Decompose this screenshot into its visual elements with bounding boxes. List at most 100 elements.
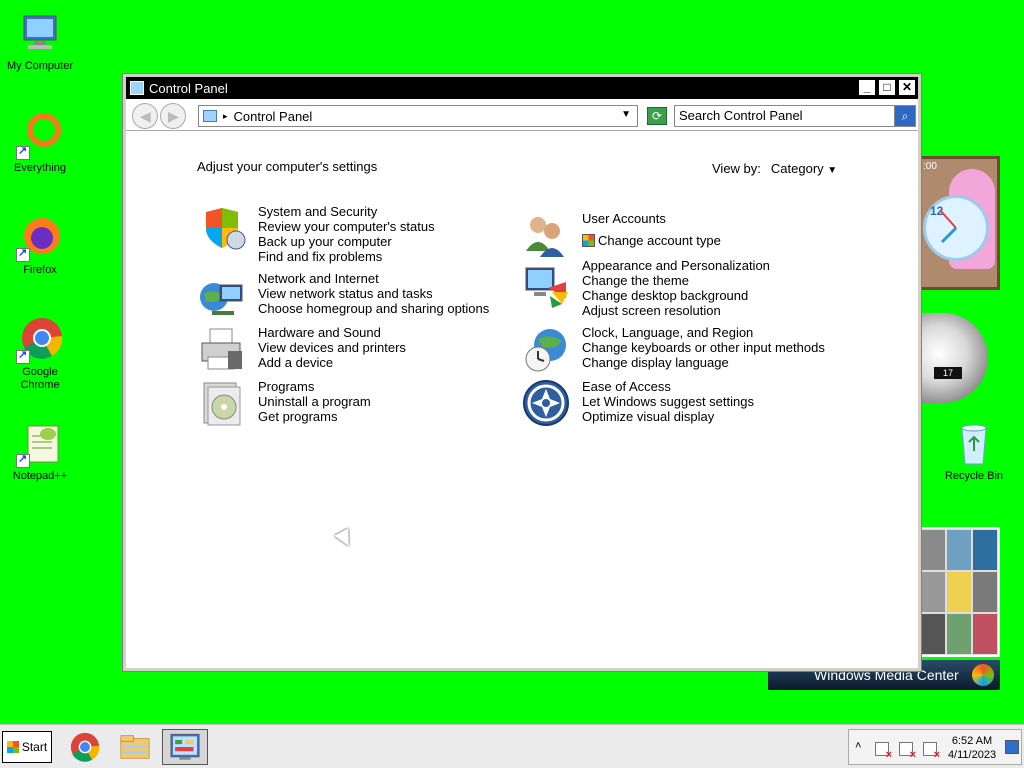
task-link[interactable]: Choose homegroup and sharing options bbox=[258, 301, 489, 316]
desktop-icon-my-computer[interactable]: My Computer bbox=[0, 10, 80, 73]
firefox-icon bbox=[16, 214, 64, 262]
task-link[interactable]: Find and fix problems bbox=[258, 249, 435, 264]
view-by-value[interactable]: Category bbox=[771, 161, 824, 176]
address-toolbar: ▸ Control Panel ▼ ⟳ Search Control Panel… bbox=[126, 99, 918, 131]
maximize-button[interactable]: □ bbox=[878, 79, 896, 96]
task-link[interactable]: Change the theme bbox=[582, 273, 770, 288]
category-network-and-internet: Network and Internet View network status… bbox=[198, 271, 508, 319]
cpu-meter-gadget[interactable]: 17 bbox=[918, 313, 988, 403]
notepad-plus-plus-icon bbox=[16, 420, 64, 468]
shield-icon[interactable] bbox=[198, 204, 246, 252]
task-link-with-shield[interactable]: Change account type bbox=[582, 233, 721, 248]
computer-icon bbox=[16, 10, 64, 58]
shortcut-arrow-icon bbox=[16, 144, 30, 160]
control-panel-icon bbox=[170, 733, 200, 760]
task-link[interactable]: Back up your computer bbox=[258, 234, 435, 249]
category-title-link[interactable]: System and Security bbox=[258, 204, 435, 219]
category-title-link[interactable]: Clock, Language, and Region bbox=[582, 325, 825, 340]
clock-date: 4/11/2023 bbox=[947, 749, 997, 761]
chrome-icon bbox=[70, 732, 100, 762]
close-button[interactable]: ✕ bbox=[898, 79, 916, 96]
breadcrumb-control-panel[interactable]: Control Panel bbox=[234, 109, 313, 124]
search-input[interactable]: Search Control Panel bbox=[675, 106, 895, 126]
desktop-icon-label: Everything bbox=[14, 162, 66, 174]
clock-gadget[interactable]: 12 :00 bbox=[918, 156, 1000, 290]
desktop-icon-everything[interactable]: Everything bbox=[0, 112, 80, 175]
users-icon[interactable] bbox=[522, 211, 570, 259]
task-link[interactable]: Change keyboards or other input methods bbox=[582, 340, 825, 355]
desktop-icon-firefox[interactable]: Firefox bbox=[0, 214, 80, 277]
volume-icon[interactable] bbox=[923, 742, 940, 761]
clock-time: 6:52 AM bbox=[951, 735, 993, 747]
category-system-and-security: System and Security Review your computer… bbox=[198, 204, 508, 264]
taskbar-explorer-button[interactable] bbox=[112, 729, 158, 765]
category-programs: Programs Uninstall a program Get program… bbox=[198, 379, 508, 427]
clock-hands-icon bbox=[939, 209, 958, 244]
network-icon[interactable] bbox=[899, 742, 916, 761]
printer-icon[interactable] bbox=[198, 325, 246, 373]
task-link[interactable]: Add a device bbox=[258, 355, 406, 370]
category-title-link[interactable]: Hardware and Sound bbox=[258, 325, 406, 340]
desktop-icon-notepad-plus-plus[interactable]: Notepad++ bbox=[0, 420, 80, 483]
category-title-link[interactable]: Programs bbox=[258, 379, 371, 394]
category-title-link[interactable]: User Accounts bbox=[582, 211, 721, 226]
control-panel-icon bbox=[203, 110, 217, 122]
minimize-button[interactable]: _ bbox=[858, 79, 876, 96]
category-title-link[interactable]: Network and Internet bbox=[258, 271, 489, 286]
breadcrumb-arrow-icon[interactable]: ▸ bbox=[223, 111, 228, 122]
task-link[interactable]: Get programs bbox=[258, 409, 371, 424]
taskbar-clock[interactable]: 6:52 AM 4/11/2023 bbox=[943, 734, 1001, 762]
desktop-icon-label: Google Chrome bbox=[20, 366, 60, 391]
ease-of-access-icon[interactable] bbox=[522, 379, 570, 427]
forward-button[interactable] bbox=[160, 103, 186, 129]
windows-flag-icon bbox=[6, 741, 19, 753]
shortcut-arrow-icon bbox=[16, 452, 30, 468]
task-link[interactable]: View devices and printers bbox=[258, 340, 406, 355]
search-box[interactable]: Search Control Panel ⌕ bbox=[674, 105, 916, 127]
window-title: Control Panel bbox=[149, 80, 228, 96]
recycle-bin-icon bbox=[950, 420, 998, 468]
title-bar[interactable]: Control Panel _ □ ✕ bbox=[126, 77, 918, 99]
action-center-icon[interactable] bbox=[875, 742, 892, 761]
category-clock-language-and-region: Clock, Language, and Region Change keybo… bbox=[522, 325, 832, 373]
monitor-paint-icon[interactable] bbox=[522, 264, 570, 312]
back-button[interactable] bbox=[132, 103, 158, 129]
task-link[interactable]: Change display language bbox=[582, 355, 825, 370]
task-link[interactable]: Change account type bbox=[598, 233, 721, 248]
chevron-down-icon[interactable]: ▼ bbox=[621, 109, 631, 120]
network-globe-icon[interactable] bbox=[198, 271, 246, 319]
category-title-link[interactable]: Ease of Access bbox=[582, 379, 754, 394]
control-panel-window[interactable]: Control Panel _ □ ✕ ▸ Control Panel ▼ ⟳ … bbox=[123, 74, 921, 671]
task-link[interactable]: Change desktop background bbox=[582, 288, 770, 303]
task-link[interactable]: Optimize visual display bbox=[582, 409, 754, 424]
task-link[interactable]: View network status and tasks bbox=[258, 286, 489, 301]
start-button[interactable]: Start bbox=[2, 731, 52, 763]
category-hardware-and-sound: Hardware and Sound View devices and prin… bbox=[198, 325, 508, 373]
view-by-dropdown[interactable]: Category ▼ bbox=[771, 161, 837, 176]
taskbar-control-panel-button[interactable] bbox=[162, 729, 208, 765]
task-link[interactable]: Let Windows suggest settings bbox=[582, 394, 754, 409]
show-desktop-button[interactable] bbox=[1005, 740, 1019, 754]
view-by: View by: Category ▼ bbox=[712, 161, 837, 176]
address-bar[interactable]: ▸ Control Panel ▼ bbox=[198, 105, 638, 127]
clock-gadget-time: :00 bbox=[923, 161, 937, 172]
search-icon[interactable]: ⌕ bbox=[895, 106, 915, 126]
globe-clock-icon[interactable] bbox=[522, 325, 570, 373]
everything-icon bbox=[16, 112, 64, 160]
chevron-down-icon[interactable]: ▼ bbox=[827, 165, 837, 176]
category-title-link[interactable]: Appearance and Personalization bbox=[582, 258, 770, 273]
desktop-icon-recycle-bin[interactable]: Recycle Bin bbox=[934, 420, 1014, 483]
taskbar-chrome-button[interactable] bbox=[62, 729, 108, 765]
task-link[interactable]: Uninstall a program bbox=[258, 394, 371, 409]
windows-orb-icon bbox=[972, 664, 994, 686]
task-link[interactable]: Adjust screen resolution bbox=[582, 303, 770, 318]
slideshow-gadget[interactable] bbox=[918, 527, 1000, 657]
show-hidden-icons-button[interactable]: ˄ bbox=[855, 740, 861, 752]
gauge-readout: 17 bbox=[934, 367, 962, 379]
refresh-button[interactable]: ⟳ bbox=[647, 107, 667, 125]
explorer-icon bbox=[120, 735, 150, 759]
chrome-icon bbox=[16, 316, 64, 364]
task-link[interactable]: Review your computer's status bbox=[258, 219, 435, 234]
programs-disc-icon[interactable] bbox=[198, 379, 246, 427]
desktop-icon-google-chrome[interactable]: Google Chrome bbox=[0, 316, 80, 392]
